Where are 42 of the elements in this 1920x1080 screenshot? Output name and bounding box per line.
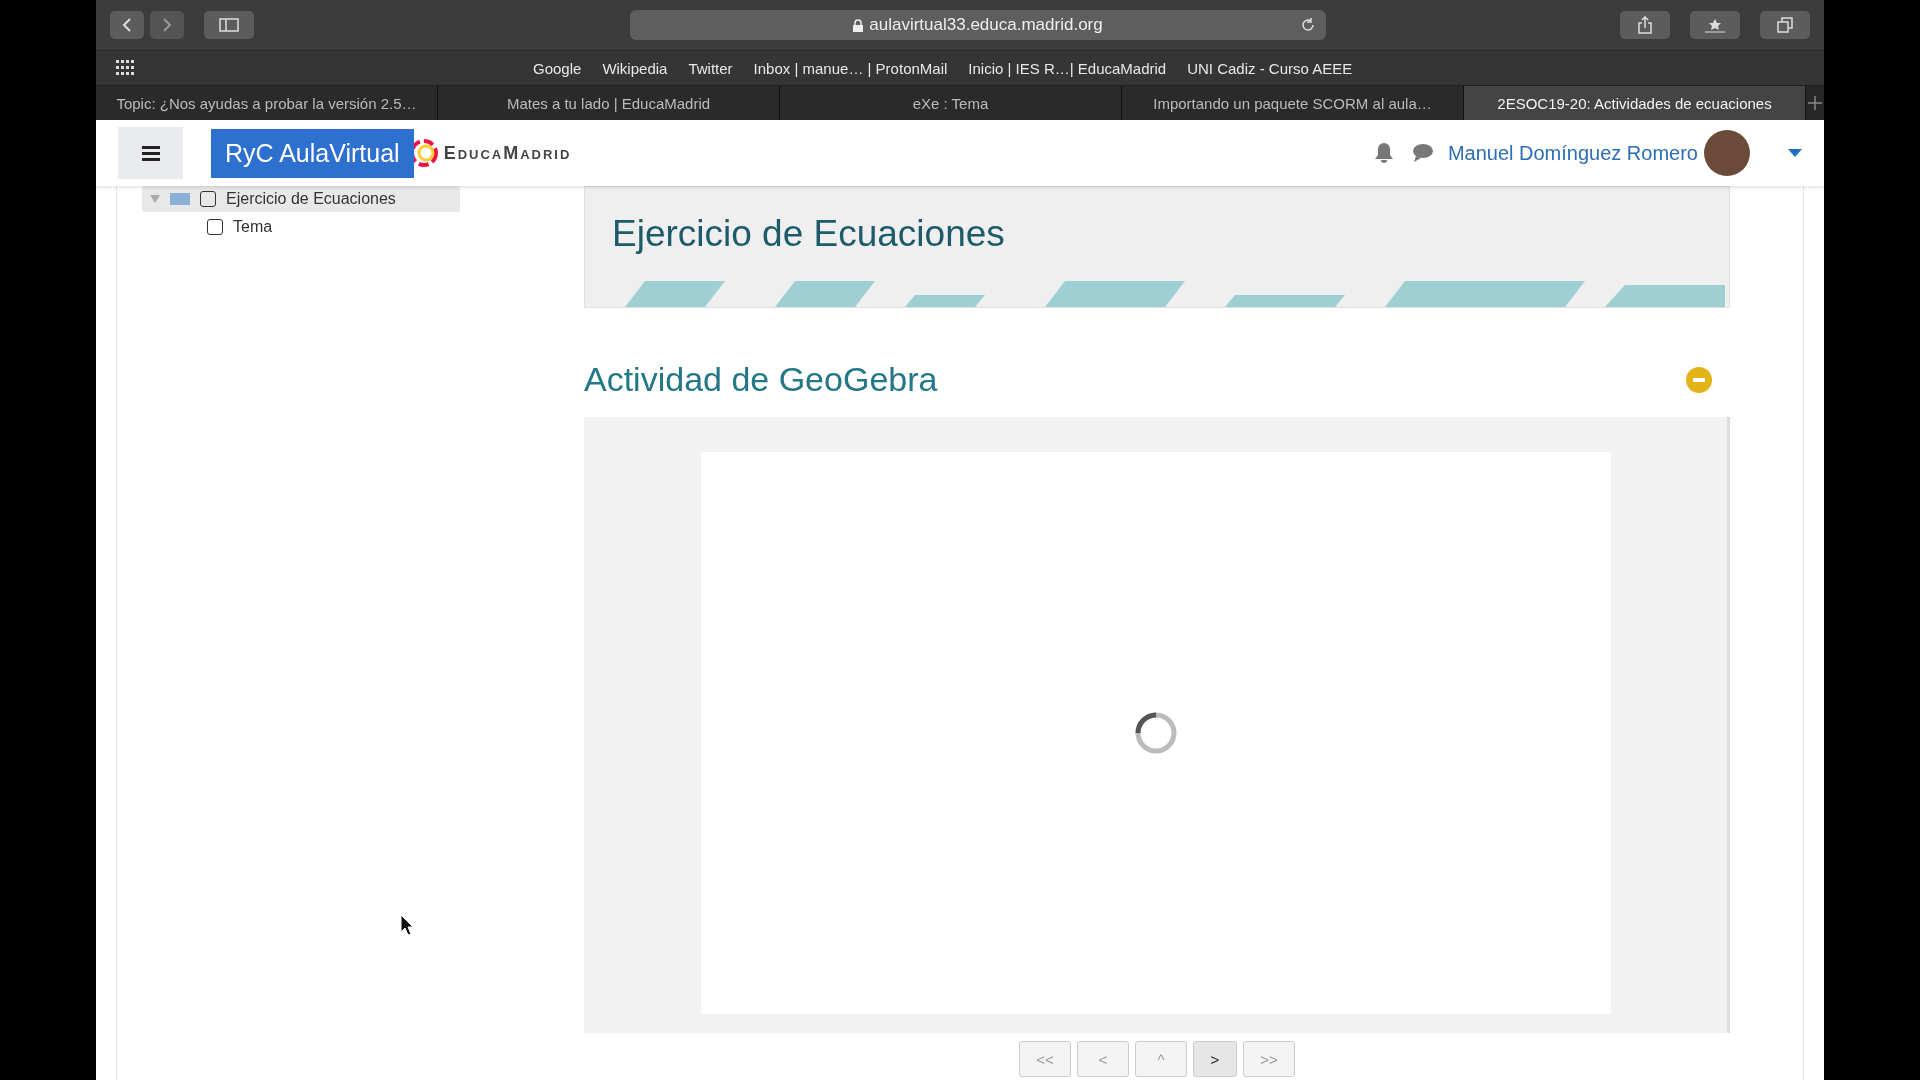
site-name-button[interactable]: RyC AulaVirtual — [211, 128, 414, 178]
reload-icon[interactable] — [1300, 17, 1316, 33]
user-name-link[interactable]: Manuel Domínguez Romero — [1447, 141, 1698, 165]
share-icon[interactable] — [1637, 16, 1653, 34]
chat-bubble-icon[interactable] — [1411, 143, 1434, 163]
caret-icon[interactable] — [1788, 149, 1802, 157]
menu-button[interactable] — [118, 127, 183, 179]
section-title: Actividad de GeoGebra — [584, 360, 938, 399]
avatar[interactable] — [1704, 130, 1750, 176]
checkbox[interactable] — [200, 191, 216, 207]
bookmark-link[interactable]: Twitter — [688, 59, 733, 77]
tree-item[interactable]: Tema — [142, 212, 460, 242]
bookmark-link[interactable]: Inbox | manue… | ProtonMail — [753, 59, 948, 77]
browser-tab[interactable]: 2ESOC19-20: Actividades de ecuaciones — [1464, 86, 1806, 120]
forward-button[interactable] — [150, 11, 184, 39]
checkbox[interactable] — [207, 219, 223, 235]
bookmark-link[interactable]: UNI Cadiz - Curso AEEE — [1187, 59, 1353, 77]
logo-text: EducaMadrid — [443, 142, 572, 164]
sidebar-toggle-button[interactable] — [204, 11, 254, 39]
star-icon[interactable] — [1704, 17, 1726, 33]
page-title: Ejercicio de Ecuaciones — [611, 212, 1006, 255]
bookmark-link[interactable]: Inicio | IES R…| EducaMadrid — [968, 59, 1167, 77]
address-bar[interactable]: aulavirtual33.educa.madrid.org — [630, 10, 1326, 40]
tree-item[interactable]: Ejercicio de Ecuaciones — [142, 186, 460, 212]
bookmark-link[interactable]: Google — [533, 59, 582, 77]
lock-icon — [853, 18, 864, 32]
bookmarks-button[interactable] — [1690, 11, 1740, 39]
sidebar-icon[interactable] — [219, 18, 239, 32]
tabs-overview-button[interactable] — [1760, 11, 1810, 39]
folder-icon — [170, 193, 190, 205]
share-button[interactable] — [1620, 11, 1670, 39]
menu-icon[interactable] — [141, 145, 160, 161]
back-button[interactable] — [110, 11, 144, 39]
notification-bell-icon[interactable] — [1373, 142, 1394, 164]
apps-grid-icon[interactable] — [116, 60, 136, 76]
overlapping-squares-icon[interactable] — [1777, 17, 1793, 33]
url-text: aulavirtual33.educa.madrid.org — [869, 15, 1103, 35]
loading-spinner-icon — [1133, 711, 1178, 755]
navigation-button[interactable]: > — [1193, 1041, 1237, 1077]
bookmark-link[interactable]: Wikipedia — [602, 59, 668, 77]
plus-icon[interactable] — [1808, 96, 1822, 110]
mouse-pointer-icon — [400, 914, 414, 936]
